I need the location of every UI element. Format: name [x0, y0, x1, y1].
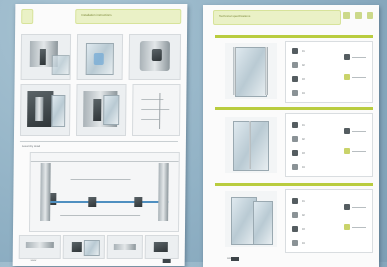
section-1-spec-table: 01 02 03 04 — [285, 41, 373, 103]
section-3-row-4: 04 — [302, 242, 305, 245]
left-header-text: Installation instructions — [81, 13, 112, 17]
section-1-row-4: 04 — [302, 92, 305, 95]
product-photo-2 — [76, 34, 124, 80]
product-photo-4 — [19, 84, 71, 136]
section-2-spec-table: 01 02 03 04 — [285, 113, 373, 177]
section-2-row-4: 04 — [302, 166, 305, 169]
product-photo-1 — [20, 34, 72, 80]
section-1-row-2: 02 — [302, 64, 305, 67]
detail-photo-1 — [18, 235, 61, 259]
shower-enclosure-photo-3 — [225, 191, 277, 247]
right-header-box-3 — [367, 12, 373, 19]
detail-photo-3 — [106, 235, 143, 259]
section-2-row-3: 03 — [302, 152, 305, 155]
section-2-accent — [215, 107, 373, 110]
section-3-row-2: 02 — [302, 214, 305, 217]
section-3-accent — [215, 183, 373, 186]
product-photo-5 — [75, 84, 127, 136]
section-2-row-1: 01 — [302, 124, 305, 127]
installation-diagram — [28, 152, 180, 232]
section-1-row-1: 01 — [302, 50, 305, 53]
section-3-row-1: 01 — [302, 200, 305, 203]
left-page-number-block — [162, 259, 171, 263]
right-page-number-block — [231, 257, 239, 261]
right-header-box-2 — [355, 12, 362, 19]
section-1-row-3: 03 — [302, 78, 305, 81]
technical-sketch — [131, 84, 181, 136]
shower-enclosure-photo-1 — [225, 43, 277, 99]
right-brochure-page: Technical specifications 01 02 03 04 01 … — [203, 5, 379, 267]
left-brochure-page: Installation instructions Assembly detai… — [12, 4, 188, 266]
product-photo-3 — [128, 34, 182, 80]
section-3-spec-table: 01 02 03 04 — [285, 189, 373, 253]
detail-photo-2 — [62, 235, 105, 259]
section-1-accent — [215, 35, 373, 38]
section-2-row-2: 02 — [302, 138, 305, 141]
left-header-logo — [21, 9, 34, 24]
right-header-box-1 — [343, 12, 350, 19]
right-header-text: Technical specifications — [219, 14, 251, 18]
shower-enclosure-photo-2 — [225, 117, 277, 173]
left-divider — [19, 141, 178, 142]
section-3-row-3: 03 — [302, 228, 305, 231]
detail-photo-4 — [144, 235, 179, 259]
detail-caption: Assembly detail — [21, 145, 41, 148]
